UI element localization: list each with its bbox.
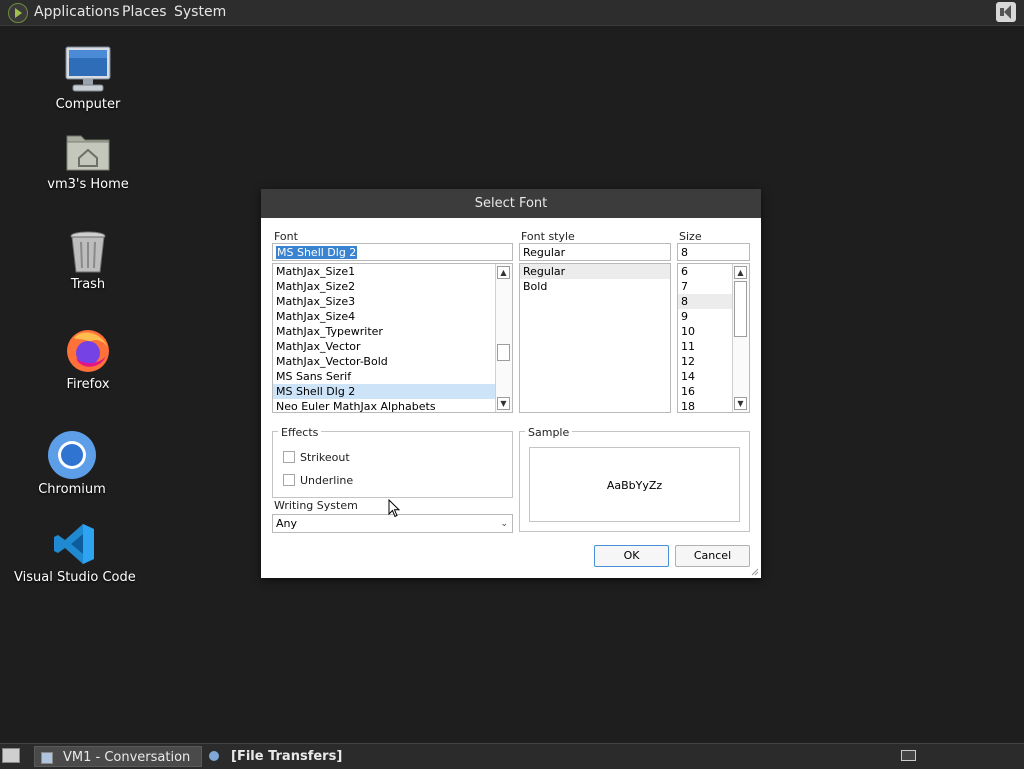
desktop-icon-chromium[interactable]: Chromium	[22, 430, 122, 500]
show-desktop-icon[interactable]	[2, 748, 20, 763]
strikeout-label[interactable]: Strikeout	[300, 451, 350, 464]
font-list-item[interactable]: Neo Euler MathJax Alphabets	[276, 399, 436, 412]
desktop-icon-label: Trash	[70, 277, 106, 292]
size-list-item[interactable]: 9	[681, 309, 688, 324]
size-list-item[interactable]: 14	[681, 369, 695, 384]
menu-system[interactable]: System	[174, 4, 226, 20]
vscode-icon	[54, 524, 94, 564]
size-list-item[interactable]: 10	[681, 324, 695, 339]
style-list-item[interactable]: Bold	[523, 279, 547, 294]
desktop-icon-label: Computer	[55, 97, 121, 112]
desktop-icon-home[interactable]: vm3's Home	[38, 128, 138, 198]
font-style-listbox[interactable]: Regular Bold	[519, 263, 671, 413]
font-list-item[interactable]: MathJax_Size2	[276, 279, 355, 294]
size-list-item[interactable]: 16	[681, 384, 695, 399]
size-list-item[interactable]: 11	[681, 339, 695, 354]
dialog-title[interactable]: Select Font	[261, 189, 761, 218]
size-list-item[interactable]: 12	[681, 354, 695, 369]
window-icon	[41, 752, 53, 764]
font-list-item[interactable]: MathJax_Size1	[276, 264, 355, 279]
font-label: Font	[274, 230, 298, 243]
sample-text: AaBbYyZz	[606, 479, 663, 492]
font-list-item[interactable]: MathJax_Vector	[276, 339, 361, 354]
select-font-dialog: Select Font Font MS Shell Dlg 2 MathJax_…	[261, 189, 761, 578]
size-field[interactable]: 8	[677, 243, 750, 261]
mouse-cursor-icon	[388, 499, 401, 518]
taskbar-item-label: VM1 - Conversation	[63, 750, 191, 765]
sample-label: Sample	[525, 426, 573, 439]
taskbar-item-label: [File Transfers]	[231, 749, 343, 764]
desktop-icon-label: Chromium	[38, 482, 106, 497]
ok-button[interactable]: OK	[594, 545, 669, 567]
size-list-item-selected[interactable]: 8	[681, 294, 688, 309]
tray-window-icon[interactable]	[901, 750, 916, 761]
size-list-item[interactable]: 6	[681, 264, 688, 279]
underline-checkbox[interactable]	[283, 474, 295, 486]
menu-places[interactable]: Places	[122, 4, 167, 20]
effects-label: Effects	[278, 426, 322, 439]
writing-system-label: Writing System	[274, 499, 358, 512]
desktop-icon-label: Visual Studio Code	[14, 570, 136, 585]
font-name-field-text: MS Shell Dlg 2	[276, 246, 358, 259]
font-list-item[interactable]: MathJax_Size3	[276, 294, 355, 309]
font-list-item-selected[interactable]: MS Shell Dlg 2	[276, 384, 355, 399]
applications-menu-icon[interactable]	[8, 3, 28, 23]
font-list-item[interactable]: MathJax_Typewriter	[276, 324, 383, 339]
effects-group	[272, 431, 513, 498]
file-transfer-icon	[209, 751, 219, 761]
scroll-up-arrow-icon[interactable]: ▲	[734, 266, 747, 279]
font-list-item[interactable]: MathJax_Size4	[276, 309, 355, 324]
speaker-icon[interactable]	[996, 2, 1016, 22]
trash-icon	[70, 231, 106, 273]
computer-monitor-icon	[65, 46, 111, 92]
resize-grip-icon[interactable]	[751, 568, 759, 576]
taskbar-item-file-transfers[interactable]: [File Transfers]	[206, 746, 396, 767]
chevron-down-icon: ⌄	[500, 519, 508, 529]
scroll-down-arrow-icon[interactable]: ▼	[497, 397, 510, 410]
scrollbar-thumb[interactable]	[734, 281, 747, 337]
cancel-button[interactable]: Cancel	[675, 545, 750, 567]
desktop-icon-label: vm3's Home	[47, 177, 129, 192]
font-list-scrollbar[interactable]: ▲ ▼	[495, 264, 512, 412]
size-list-scrollbar[interactable]: ▲ ▼	[732, 264, 749, 412]
style-list-item-selected[interactable]: Regular	[523, 264, 565, 279]
size-list-item[interactable]: 18	[681, 399, 695, 412]
size-label: Size	[679, 230, 702, 243]
desktop-icon-firefox[interactable]: Firefox	[38, 326, 138, 396]
font-list-item[interactable]: MS Sans Serif	[276, 369, 351, 384]
size-list-item[interactable]: 7	[681, 279, 688, 294]
strikeout-checkbox[interactable]	[283, 451, 295, 463]
chromium-icon	[48, 431, 96, 479]
desktop-icon-trash[interactable]: Trash	[38, 228, 138, 298]
scroll-up-arrow-icon[interactable]: ▲	[497, 266, 510, 279]
menu-applications[interactable]: Applications	[34, 4, 120, 20]
font-listbox[interactable]: MathJax_Size1 MathJax_Size2 MathJax_Size…	[272, 263, 513, 413]
sample-preview: AaBbYyZz	[529, 447, 740, 522]
firefox-icon	[67, 330, 109, 372]
font-name-field[interactable]: MS Shell Dlg 2	[272, 243, 513, 261]
scrollbar-thumb[interactable]	[497, 344, 510, 361]
font-style-field[interactable]: Regular	[519, 243, 671, 261]
font-list-item[interactable]: MathJax_Vector-Bold	[276, 354, 388, 369]
top-panel: Applications Places System	[0, 0, 1024, 26]
taskbar-item-vm1-conversation[interactable]: VM1 - Conversation	[34, 746, 202, 767]
size-listbox[interactable]: 6 7 8 9 10 11 12 14 16 18 ▲ ▼	[677, 263, 750, 413]
scroll-down-arrow-icon[interactable]: ▼	[734, 397, 747, 410]
desktop-icon-label: Firefox	[66, 377, 110, 392]
underline-label[interactable]: Underline	[300, 474, 353, 487]
desktop-icon-vscode[interactable]: Visual Studio Code	[14, 520, 136, 590]
desktop-icon-computer[interactable]: Computer	[38, 45, 138, 115]
taskbar: VM1 - Conversation [File Transfers]	[0, 743, 1024, 769]
home-folder-icon	[66, 135, 110, 171]
writing-system-value: Any	[276, 517, 298, 530]
font-style-label: Font style	[521, 230, 575, 243]
